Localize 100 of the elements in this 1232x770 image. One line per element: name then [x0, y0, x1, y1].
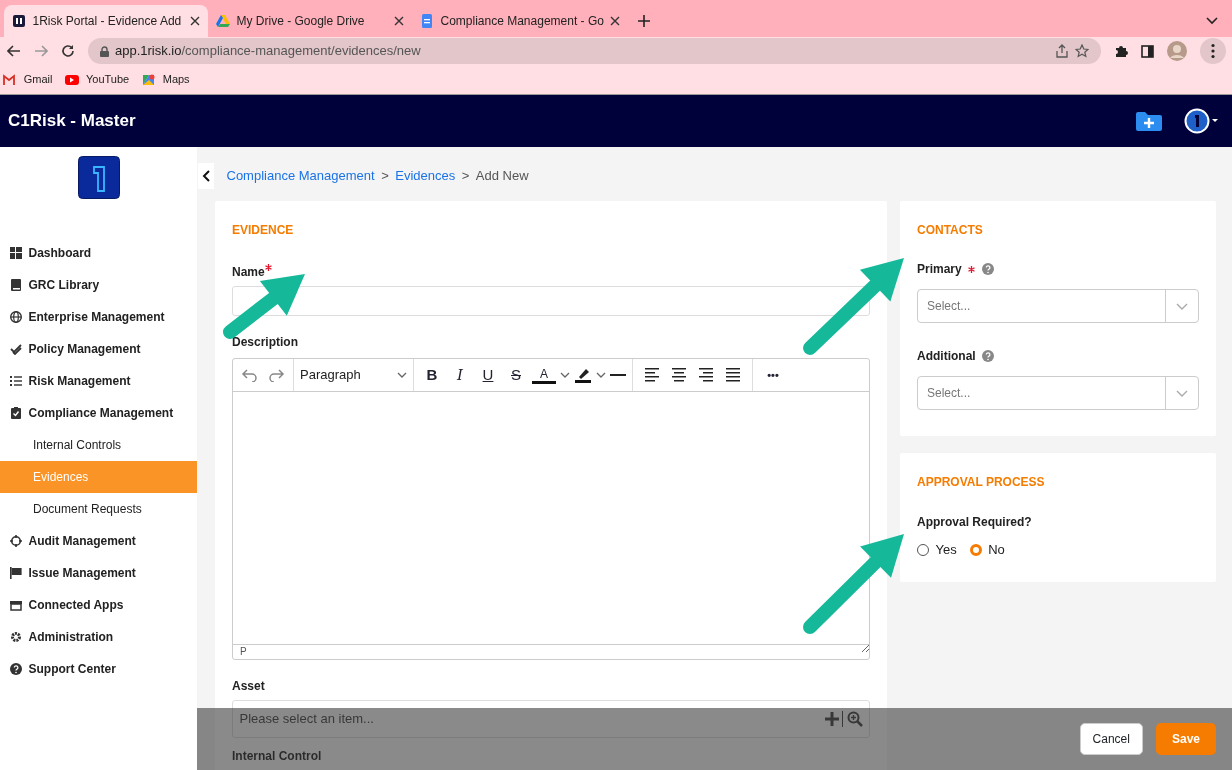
document-icon	[420, 14, 434, 28]
sidebar-item[interactable]: Compliance Management	[0, 397, 197, 429]
clipboard-check-icon	[10, 407, 22, 419]
radio-option[interactable]: Yes	[917, 540, 957, 560]
puzzle-icon[interactable]	[1113, 44, 1128, 58]
flag-icon	[10, 567, 22, 579]
plus-icon[interactable]	[825, 712, 839, 726]
justify-icon[interactable]	[726, 368, 740, 382]
format-dropdown[interactable]: Paragraph	[300, 365, 407, 385]
rich-text-editor[interactable]: Paragraph B I U S A ••• P	[232, 358, 870, 660]
close-icon[interactable]	[190, 16, 200, 26]
book-icon	[10, 279, 22, 291]
sidebar-item[interactable]: Issue Management	[0, 557, 197, 589]
star-icon[interactable]	[1074, 44, 1089, 58]
section-title: CONTACTS	[917, 222, 984, 239]
chevron-down-icon	[1176, 389, 1188, 397]
bookmark[interactable]: Gmail	[3, 71, 53, 88]
select-field[interactable]: Select...	[917, 289, 1199, 323]
align-left-icon[interactable]	[645, 368, 659, 382]
logo-icon	[77, 156, 120, 199]
collapse-button[interactable]	[198, 163, 214, 189]
placeholder-text: Please select an item...	[239, 710, 374, 729]
chevron-down-icon[interactable]	[560, 372, 570, 378]
align-center-icon[interactable]	[672, 368, 686, 382]
sidebar-item[interactable]: Policy Management	[0, 333, 197, 365]
text-color-button[interactable]: A	[532, 366, 556, 384]
highlighter-icon[interactable]	[574, 367, 592, 383]
search-icon[interactable]	[846, 711, 863, 727]
field-label: Primary	[917, 261, 962, 278]
align-right-icon[interactable]	[699, 368, 713, 382]
strikethrough-button[interactable]: S	[504, 363, 528, 387]
asset-field[interactable]: Please select an item...	[232, 700, 870, 738]
back-icon[interactable]	[6, 45, 21, 57]
cancel-button[interactable]: Cancel	[1079, 723, 1143, 755]
triangle-icon	[216, 14, 230, 28]
breadcrumb-text: >	[461, 167, 470, 186]
bold-button[interactable]: B	[420, 363, 444, 387]
section-title: EVIDENCE	[232, 222, 295, 239]
close-icon[interactable]	[610, 16, 621, 26]
crosshair-icon	[10, 535, 22, 547]
section-title: APPROVAL PROCESS	[917, 474, 1046, 491]
field-label: Internal Control	[232, 750, 322, 764]
field-label: Description	[232, 334, 298, 351]
element-path: P	[240, 645, 247, 659]
chevron-down-icon	[1176, 302, 1188, 310]
new-tab-icon[interactable]	[638, 15, 651, 27]
more-icon[interactable]	[1199, 38, 1226, 64]
field-label: Name	[232, 264, 265, 281]
sidebar-item[interactable]: Dashboard	[0, 237, 197, 269]
help-icon	[981, 263, 994, 275]
italic-button[interactable]: I	[448, 363, 472, 387]
close-icon[interactable]	[394, 16, 404, 26]
browser-tab[interactable]: 1Risk Portal - Evidence Add	[4, 5, 208, 37]
chevron-down-icon	[397, 372, 407, 378]
grid-icon	[10, 247, 22, 259]
url-text: app.1risk.io/compliance-management/evidences/new	[115, 42, 422, 61]
resize-handle-icon[interactable]	[862, 645, 869, 652]
bookmark[interactable]: YouTube	[65, 71, 130, 88]
radio-button[interactable]	[969, 543, 982, 556]
app-title: C1Risk - Master	[8, 110, 137, 133]
bookmark[interactable]: Maps	[142, 71, 190, 88]
sidebar-item[interactable]: Document Requests	[0, 493, 197, 525]
user-menu-icon[interactable]	[1184, 108, 1218, 134]
breadcrumb-link[interactable]: Evidences	[395, 166, 456, 186]
horizontal-line-icon[interactable]	[610, 373, 626, 377]
name-field[interactable]	[232, 286, 870, 316]
play-icon	[65, 73, 80, 86]
underline-button[interactable]: U	[476, 363, 500, 387]
share-icon[interactable]	[1056, 44, 1068, 58]
lock-icon	[99, 45, 109, 57]
sidebar-item[interactable]: Administration	[0, 621, 197, 653]
sidebar-item[interactable]: Support Center	[0, 653, 197, 685]
mail-icon	[3, 73, 18, 86]
address-bar[interactable]: app.1risk.io/compliance-management/evidences/new	[87, 38, 1101, 64]
breadcrumb-text: Add New	[475, 167, 529, 186]
select-field[interactable]: Select...	[917, 376, 1199, 410]
chevron-down-icon[interactable]	[1206, 17, 1218, 25]
help-icon	[982, 350, 995, 362]
side-panel-icon[interactable]	[1140, 44, 1154, 58]
reload-icon[interactable]	[60, 44, 75, 58]
double-check-icon	[10, 343, 22, 355]
list-icon	[10, 375, 22, 387]
store-icon	[10, 599, 22, 611]
browser-tab[interactable]: Compliance Management - Go	[412, 5, 629, 37]
field-label: Asset	[232, 678, 265, 695]
folder-add-icon[interactable]	[1136, 111, 1162, 131]
sidebar-item[interactable]: Connected Apps	[0, 589, 197, 621]
breadcrumb-link[interactable]: Compliance Management	[226, 166, 375, 186]
sidebar-item[interactable]: Risk Management	[0, 365, 197, 397]
sidebar-item[interactable]: Audit Management	[0, 525, 197, 557]
sidebar-item[interactable]: GRC Library	[0, 269, 197, 301]
browser-tab[interactable]: My Drive - Google Drive	[208, 5, 412, 37]
radio-option[interactable]: No	[969, 540, 1005, 560]
globe-icon	[10, 311, 22, 323]
sidebar-item[interactable]: Internal Controls	[0, 429, 197, 461]
field-label: Additional	[917, 348, 976, 365]
more-button[interactable]: •••	[761, 366, 785, 384]
sidebar-item[interactable]: Enterprise Management	[0, 301, 197, 333]
logo-icon	[12, 14, 26, 28]
chevron-down-icon[interactable]	[596, 372, 606, 378]
